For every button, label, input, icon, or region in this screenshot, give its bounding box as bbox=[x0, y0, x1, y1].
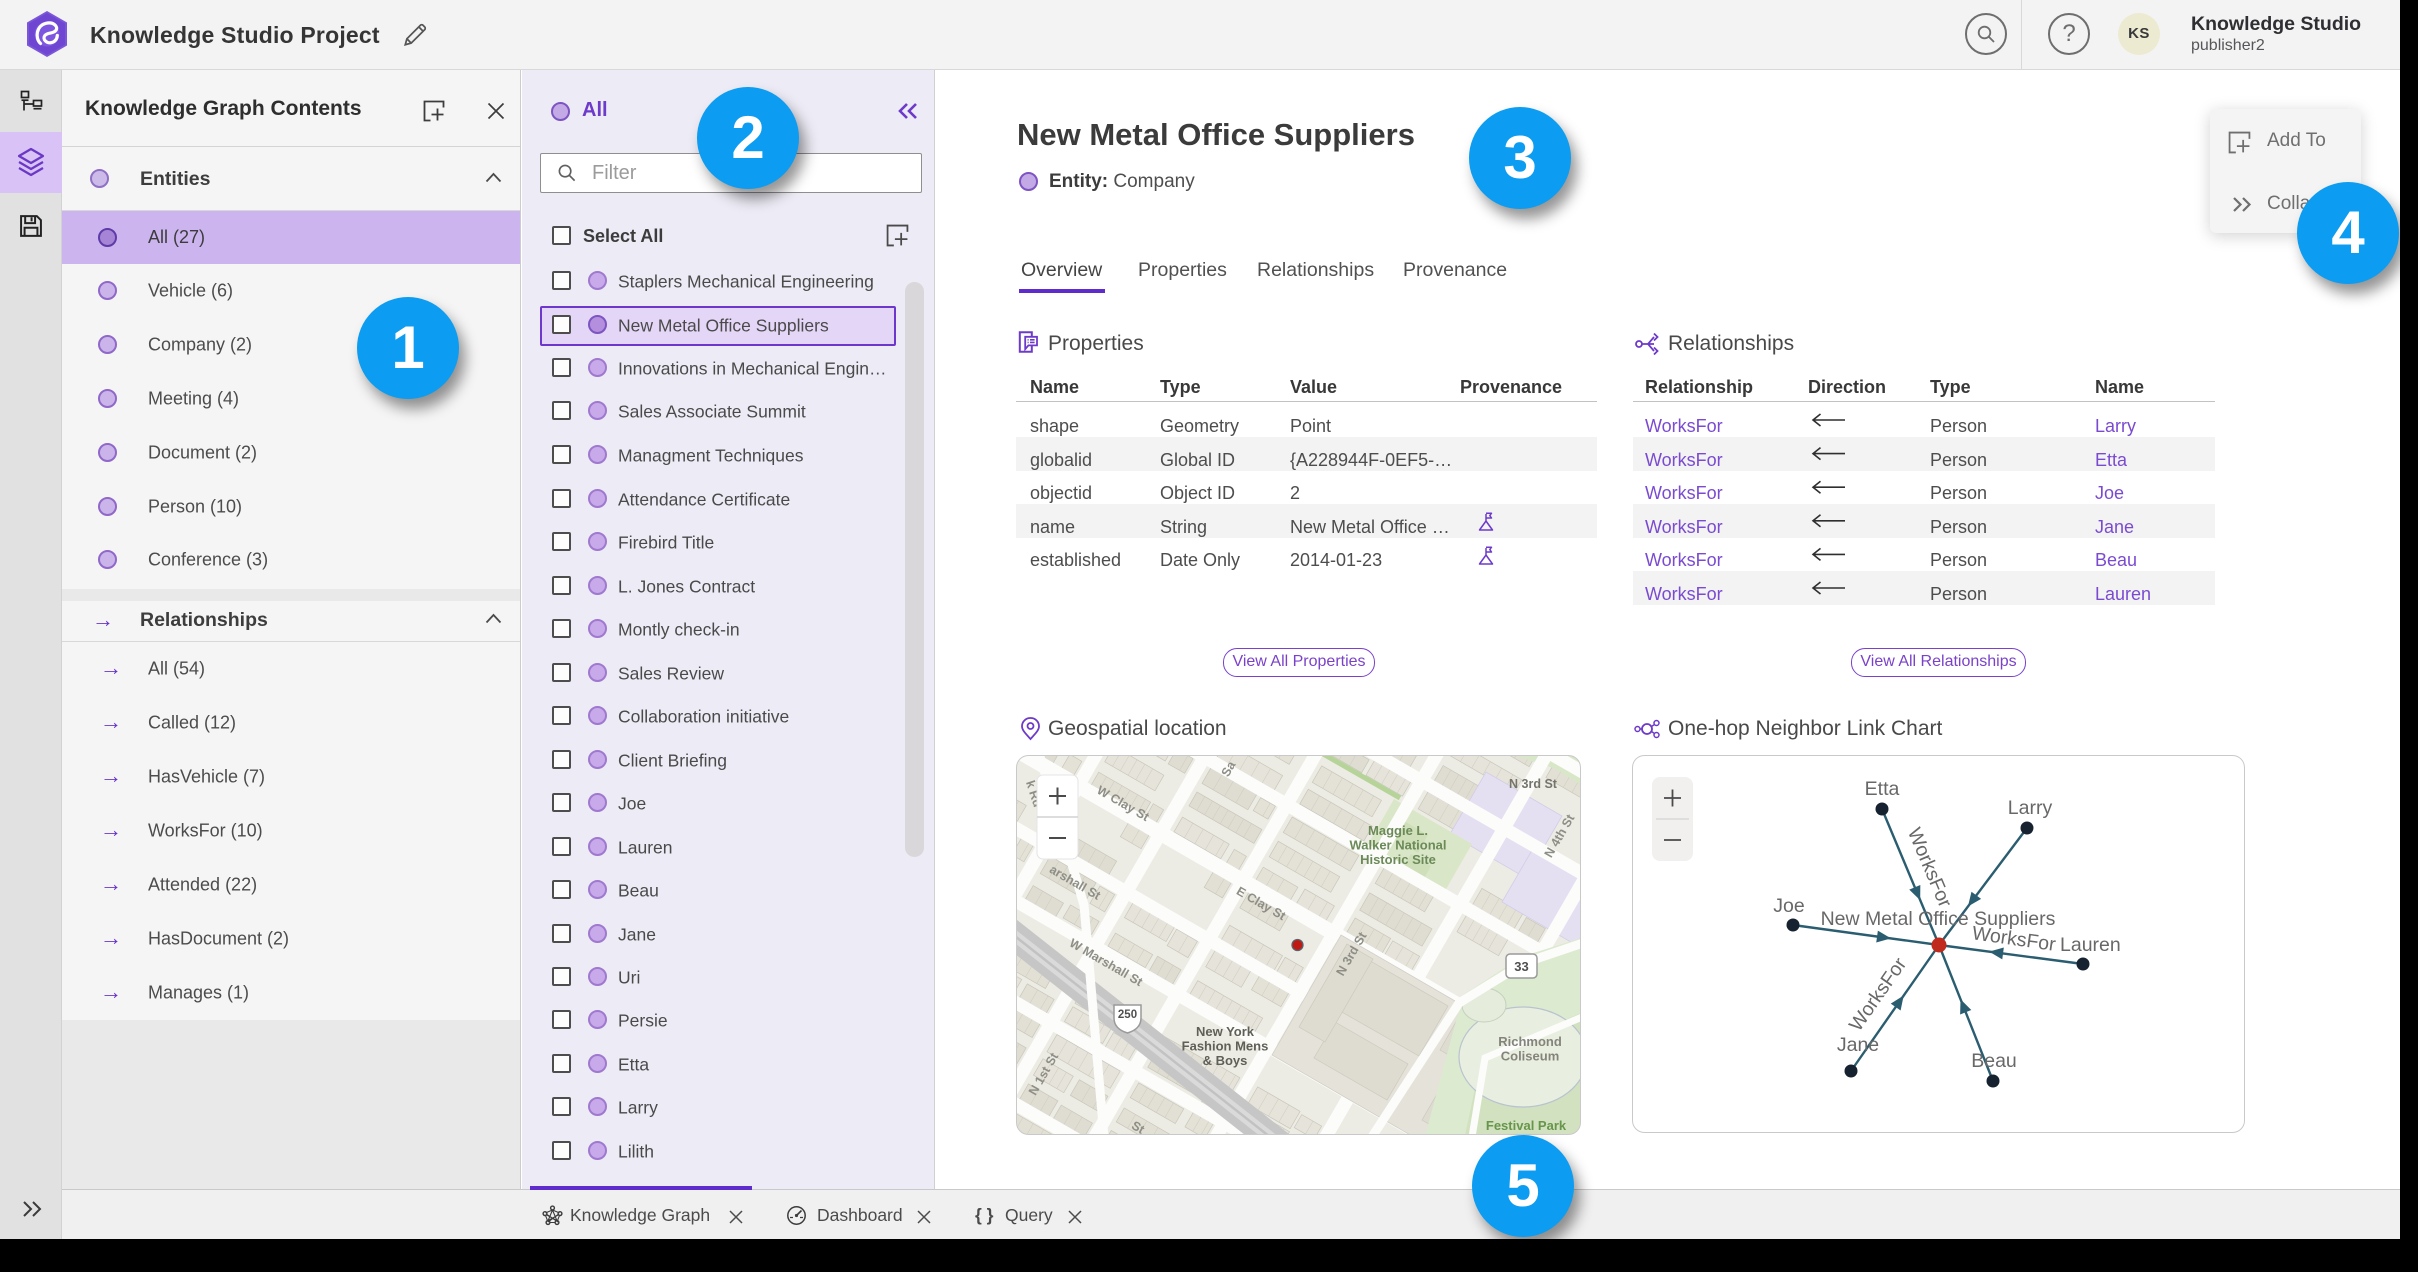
svg-text:New Metal Office Suppliers: New Metal Office Suppliers bbox=[1821, 908, 2056, 930]
svg-text:N 3rd St: N 3rd St bbox=[1509, 777, 1558, 791]
svg-text:New York: New York bbox=[1196, 1024, 1255, 1039]
svg-text:Larry: Larry bbox=[2008, 797, 2053, 819]
svg-text:Joe: Joe bbox=[1773, 895, 1804, 917]
svg-text:& Boys: & Boys bbox=[1203, 1053, 1248, 1068]
svg-text:Lauren: Lauren bbox=[2060, 934, 2121, 956]
svg-text:Maggie L.: Maggie L. bbox=[1368, 823, 1428, 838]
svg-text:250: 250 bbox=[1118, 1009, 1137, 1021]
svg-text:Walker National: Walker National bbox=[1349, 838, 1446, 853]
svg-text:Historic Site: Historic Site bbox=[1360, 852, 1436, 867]
svg-text:Coliseum: Coliseum bbox=[1501, 1049, 1560, 1064]
svg-text:Beau: Beau bbox=[1971, 1050, 2017, 1072]
svg-text:Richmond: Richmond bbox=[1498, 1034, 1562, 1049]
svg-text:Etta: Etta bbox=[1865, 778, 1900, 800]
svg-text:Jane: Jane bbox=[1837, 1034, 1879, 1056]
svg-text:Festival Park: Festival Park bbox=[1486, 1118, 1567, 1133]
svg-text:Fashion Mens: Fashion Mens bbox=[1182, 1039, 1269, 1054]
svg-text:33: 33 bbox=[1514, 959, 1528, 974]
